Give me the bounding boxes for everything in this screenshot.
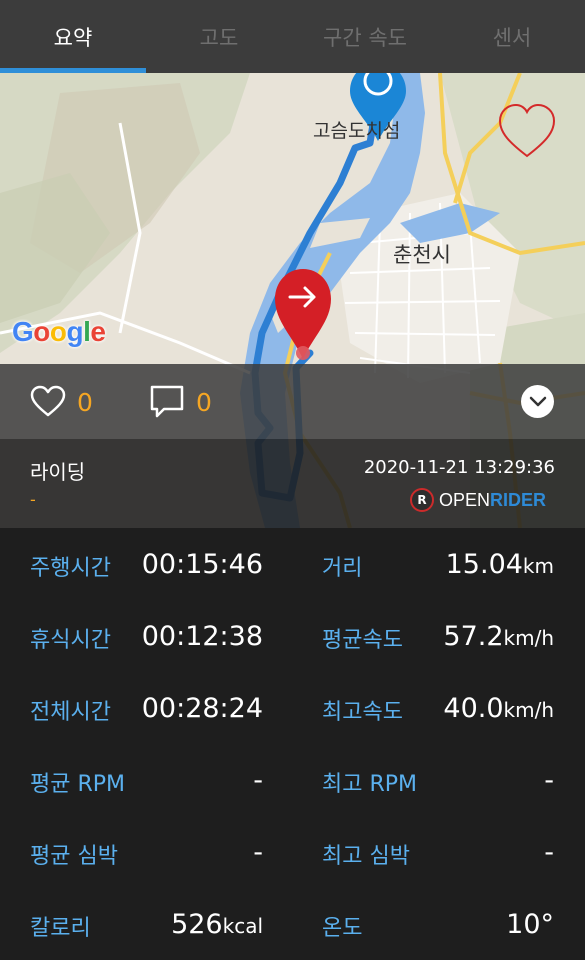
stat-value-avg-rpm: - — [253, 765, 263, 796]
tab-sensor[interactable]: 센서 — [439, 0, 585, 73]
ride-subtitle: - — [30, 490, 36, 509]
stat-value-max-hr: - — [544, 837, 554, 868]
stat-label-max-speed: 최고속도 — [322, 700, 403, 725]
chevron-down-icon — [529, 396, 546, 406]
stat-value-riding-time: 00:15:46 — [141, 549, 263, 580]
tab-bar: 요약 고도 구간 속도 센서 — [0, 0, 585, 73]
end-pin-icon — [275, 269, 331, 360]
stat-value-temperature: 10° — [506, 909, 554, 940]
ride-info — [0, 439, 585, 528]
map-label-chuncheon: 춘천시 — [393, 243, 451, 267]
stat-label-temperature: 온도 — [322, 916, 363, 941]
stat-value-avg-hr: - — [253, 837, 263, 868]
google-logo: Google — [12, 316, 106, 347]
stat-label-rest-time: 휴식시간 — [30, 628, 111, 653]
comment-count: 0 — [196, 388, 212, 417]
stat-label-avg-speed: 평균속도 — [322, 628, 403, 653]
comment-icon[interactable] — [148, 384, 186, 420]
stat-value-calories: 526kcal — [171, 909, 263, 940]
openrider-logo: R OPEN RIDER — [410, 488, 546, 512]
stat-value-max-rpm: - — [544, 765, 554, 796]
openrider-icon: R — [410, 488, 434, 512]
stat-label-max-hr: 최고 심박 — [322, 844, 410, 869]
stat-value-distance: 15.04km — [445, 549, 554, 580]
stat-label-distance: 거리 — [322, 556, 363, 581]
stat-label-total-time: 전체시간 — [30, 700, 111, 725]
stat-value-max-speed: 40.0km/h — [443, 693, 554, 724]
ride-title: 라이딩 — [30, 460, 86, 484]
stat-label-avg-rpm: 평균 RPM — [30, 772, 126, 797]
tab-summary[interactable]: 요약 — [0, 0, 146, 73]
like-heart-icon[interactable] — [30, 385, 66, 417]
tab-elevation[interactable]: 고도 — [146, 0, 292, 73]
stat-label-calories: 칼로리 — [30, 916, 91, 941]
like-count: 0 — [77, 388, 93, 417]
stat-value-avg-speed: 57.2km/h — [443, 621, 554, 652]
expand-button[interactable] — [521, 385, 554, 418]
stat-value-total-time: 00:28:24 — [141, 693, 263, 724]
tab-segment-speed[interactable]: 구간 속도 — [292, 0, 438, 73]
stat-label-riding-time: 주행시간 — [30, 556, 111, 581]
stat-value-rest-time: 00:12:38 — [141, 621, 263, 652]
stat-label-max-rpm: 최고 RPM — [322, 772, 418, 797]
stat-label-avg-hr: 평균 심박 — [30, 844, 118, 869]
ride-datetime: 2020-11-21 13:29:36 — [363, 457, 555, 478]
map-label-gosumdo: 고슴도치섬 — [313, 120, 401, 142]
